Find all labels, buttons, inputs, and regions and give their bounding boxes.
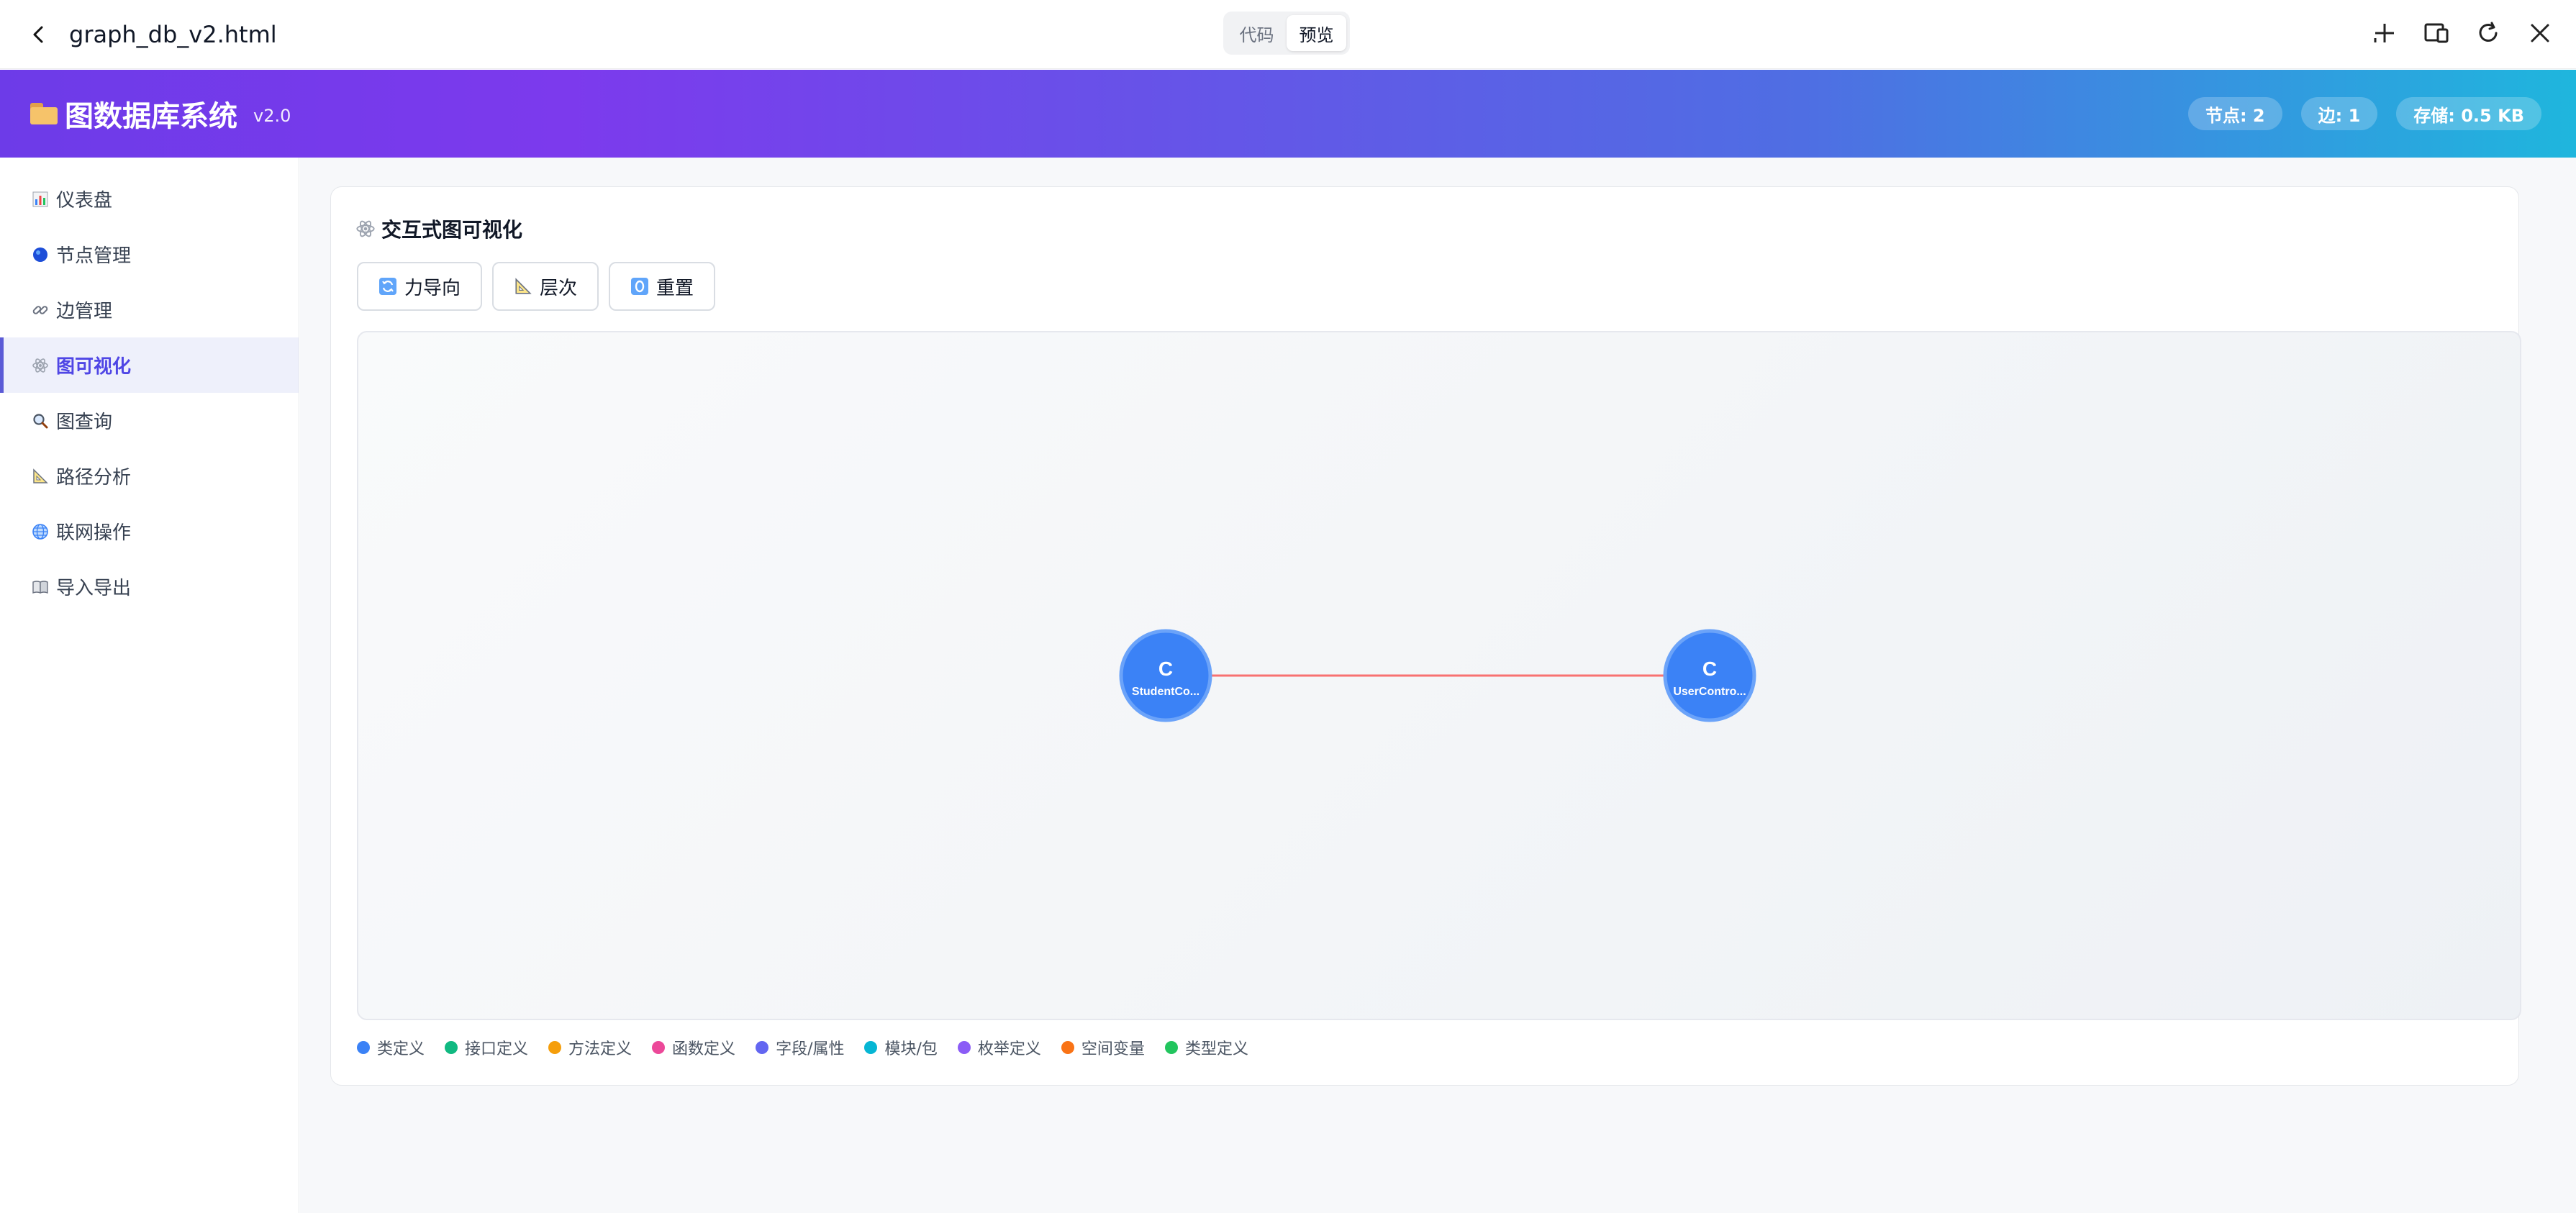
legend-item: 空间变量 bbox=[1061, 1036, 1145, 1059]
sidebar-item-label: 节点管理 bbox=[56, 245, 132, 267]
app-version: v2.0 bbox=[253, 106, 291, 126]
cycle-arrows-icon bbox=[379, 278, 396, 295]
legend-label: 字段/属性 bbox=[776, 1040, 845, 1058]
blue-circle-icon bbox=[30, 245, 50, 265]
graph-node[interactable]: C UserContro... bbox=[1663, 629, 1756, 722]
app-title: 图数据库系统 bbox=[65, 100, 237, 133]
sidebar-item-dashboard[interactable]: 仪表盘 bbox=[0, 171, 299, 227]
legend-item: 函数定义 bbox=[652, 1036, 735, 1059]
legend-label: 类型定义 bbox=[1184, 1040, 1248, 1058]
legend-swatch bbox=[957, 1041, 971, 1054]
legend-label: 方法定义 bbox=[568, 1040, 632, 1058]
node-type-letter: C bbox=[1702, 658, 1717, 680]
section-title: 交互式图可视化 bbox=[381, 218, 523, 242]
legend-swatch bbox=[548, 1041, 562, 1054]
legend-item: 模块/包 bbox=[864, 1036, 938, 1059]
back-button[interactable] bbox=[22, 17, 56, 52]
sidebar-item-path-analysis[interactable]: 路径分析 bbox=[0, 448, 299, 504]
edge-count-badge: 边: 1 bbox=[2300, 97, 2378, 130]
legend-swatch bbox=[445, 1041, 458, 1054]
file-name: graph_db_v2.html bbox=[69, 21, 277, 48]
sidebar-item-import-export[interactable]: 导入导出 bbox=[0, 559, 299, 614]
storage-badge: 存储: 0.5 KB bbox=[2396, 97, 2541, 130]
visualization-card: 交互式图可视化 力导向 层次 重置 C StudentCo... C UserC… bbox=[330, 186, 2521, 1086]
legend-label: 枚举定义 bbox=[977, 1040, 1041, 1058]
pin-button[interactable] bbox=[2367, 16, 2402, 50]
globe-icon bbox=[30, 522, 50, 542]
device-button[interactable] bbox=[2419, 16, 2454, 50]
node-type-letter: C bbox=[1158, 658, 1173, 680]
legend-item: 类型定义 bbox=[1164, 1036, 1248, 1059]
node-label: UserContro... bbox=[1673, 686, 1746, 698]
legend-label: 接口定义 bbox=[465, 1040, 529, 1058]
force-layout-label: 力导向 bbox=[404, 277, 461, 299]
legend-item: 方法定义 bbox=[548, 1036, 632, 1059]
app-header: 图数据库系统 v2.0 节点: 2 边: 1 存储: 0.5 KB bbox=[0, 70, 2576, 158]
triangle-ruler-icon bbox=[515, 278, 532, 294]
graph-canvas[interactable]: C StudentCo... C UserContro... bbox=[357, 331, 2521, 1020]
atom-icon bbox=[30, 355, 50, 376]
refresh-icon bbox=[2479, 22, 2498, 42]
legend-swatch bbox=[1164, 1041, 1178, 1054]
sidebar-item-label: 仪表盘 bbox=[56, 190, 113, 212]
sidebar-item-label: 图可视化 bbox=[56, 356, 132, 378]
hierarchy-layout-label: 层次 bbox=[540, 277, 578, 299]
sidebar-item-nodes[interactable]: 节点管理 bbox=[0, 227, 299, 282]
magnifier-icon bbox=[30, 411, 50, 431]
view-toggle: 代码 预览 bbox=[1223, 12, 1350, 55]
legend-item: 字段/属性 bbox=[756, 1036, 844, 1059]
reset-label: 重置 bbox=[656, 277, 694, 299]
legend-label: 类定义 bbox=[377, 1040, 425, 1058]
tab-code[interactable]: 代码 bbox=[1227, 15, 1287, 51]
close-button[interactable] bbox=[2523, 16, 2557, 50]
legend-swatch bbox=[1061, 1041, 1074, 1054]
legend-item: 接口定义 bbox=[445, 1036, 528, 1059]
sidebar-item-label: 导入导出 bbox=[56, 578, 132, 599]
sidebar-item-label: 边管理 bbox=[56, 301, 113, 322]
graph-node[interactable]: C StudentCo... bbox=[1119, 629, 1212, 722]
devices-icon bbox=[2424, 23, 2449, 43]
legend-swatch bbox=[864, 1041, 878, 1054]
sidebar-item-label: 联网操作 bbox=[56, 522, 132, 544]
close-icon bbox=[2531, 24, 2549, 42]
folder-icon bbox=[30, 103, 58, 124]
refresh-button[interactable] bbox=[2471, 16, 2505, 50]
hierarchy-layout-button[interactable]: 层次 bbox=[492, 262, 599, 311]
sidebar-item-query[interactable]: 图查询 bbox=[0, 393, 299, 448]
force-layout-button[interactable]: 力导向 bbox=[357, 262, 483, 311]
legend: 类定义 接口定义 方法定义 函数定义 字段/属性 模块/包 枚举定义 空间变量 … bbox=[357, 1036, 1248, 1059]
legend-item: 类定义 bbox=[357, 1036, 425, 1059]
legend-swatch bbox=[756, 1041, 769, 1054]
zero-key-icon bbox=[631, 278, 649, 295]
legend-swatch bbox=[357, 1041, 370, 1054]
tab-preview[interactable]: 预览 bbox=[1287, 15, 1346, 51]
chevron-left-icon bbox=[33, 26, 43, 43]
sidebar-item-visualization[interactable]: 图可视化 bbox=[0, 337, 299, 393]
sidebar-item-label: 图查询 bbox=[56, 412, 113, 433]
bar-chart-icon bbox=[30, 189, 50, 209]
sidebar-item-network[interactable]: 联网操作 bbox=[0, 504, 299, 559]
legend-swatch bbox=[652, 1041, 666, 1054]
link-icon bbox=[30, 300, 50, 320]
legend-label: 空间变量 bbox=[1081, 1040, 1145, 1058]
plus-icon bbox=[2374, 24, 2394, 42]
node-label: StudentCo... bbox=[1132, 686, 1199, 698]
book-icon bbox=[30, 577, 50, 597]
legend-label: 函数定义 bbox=[672, 1040, 736, 1058]
window-toolbar: graph_db_v2.html 代码 预览 bbox=[0, 0, 2576, 69]
atom-icon bbox=[356, 220, 375, 237]
legend-label: 模块/包 bbox=[884, 1040, 938, 1058]
sidebar-item-label: 路径分析 bbox=[56, 467, 132, 489]
main-content: 交互式图可视化 力导向 层次 重置 C StudentCo... C UserC… bbox=[300, 158, 2576, 1213]
legend-item: 枚举定义 bbox=[957, 1036, 1041, 1059]
reset-button[interactable]: 重置 bbox=[609, 262, 716, 311]
sidebar: 仪表盘 节点管理 边管理 图可视化 图查询 路径分析 联网操作 导入导出 bbox=[0, 158, 299, 1213]
triangle-ruler-icon bbox=[30, 466, 50, 486]
node-count-badge: 节点: 2 bbox=[2187, 97, 2282, 130]
sidebar-item-edges[interactable]: 边管理 bbox=[0, 282, 299, 337]
